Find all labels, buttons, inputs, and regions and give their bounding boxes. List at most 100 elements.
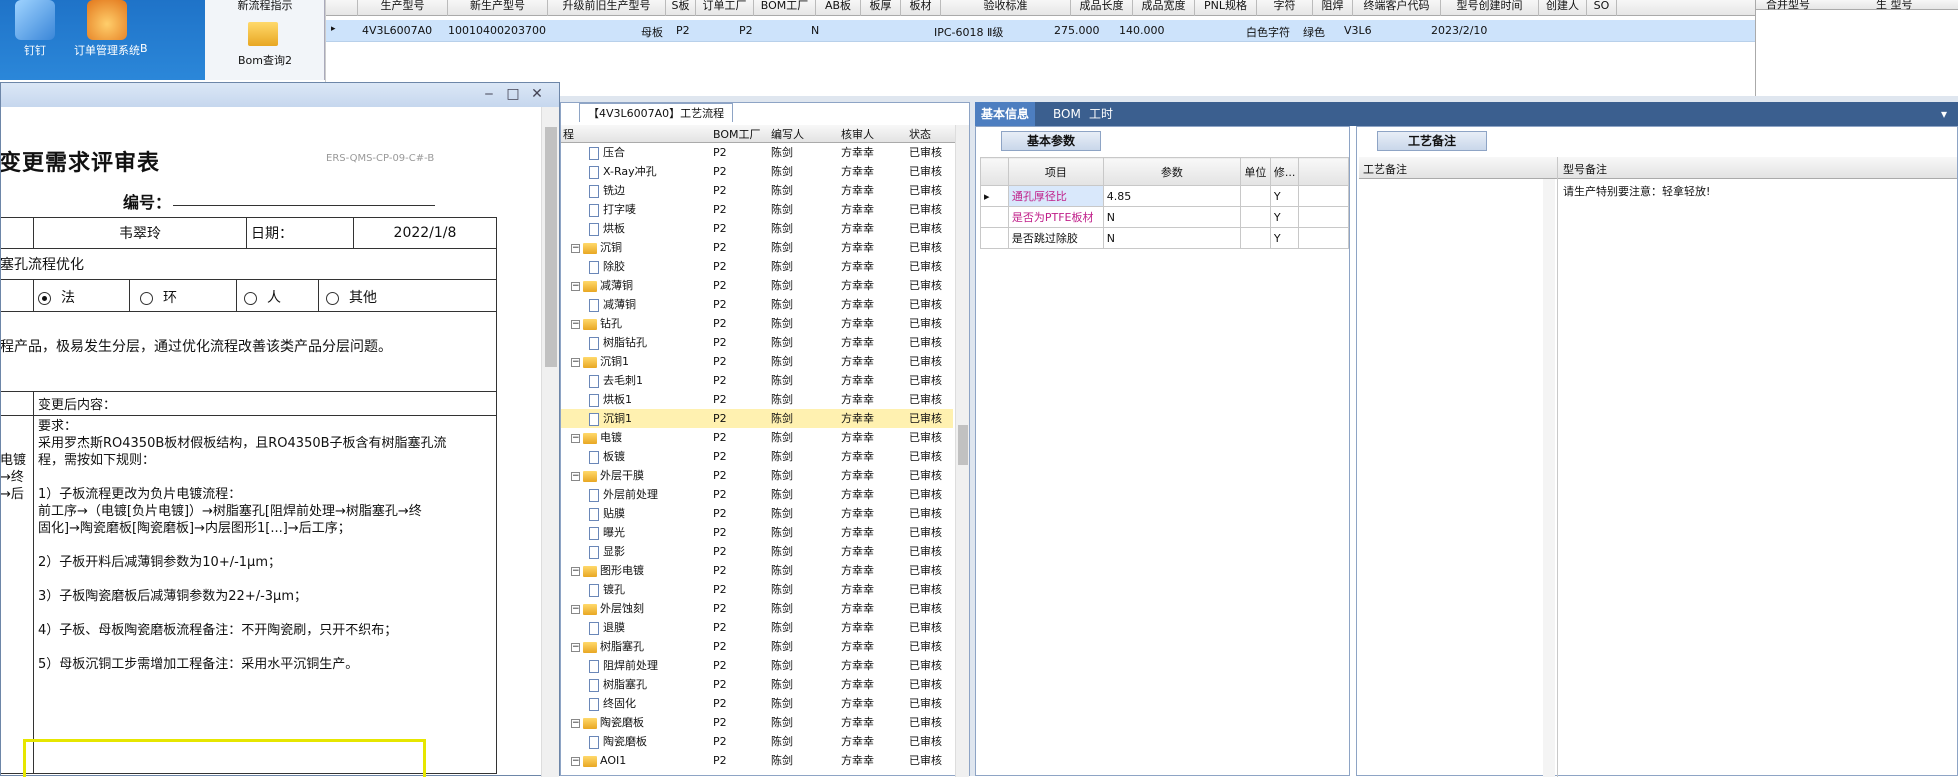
model-note-text[interactable]: 请生产特别要注意：轻拿轻放!	[1563, 183, 1710, 199]
col-header[interactable]: 终端客户代码	[1353, 0, 1441, 16]
table-row[interactable]: 是否跳过除胶 N Y	[980, 227, 1349, 249]
document-titlebar[interactable]: ‒ □ ✕	[1, 83, 559, 107]
collapse-icon[interactable]: −	[571, 357, 580, 367]
process-step-row[interactable]: 沉铜1 P2 陈剑 方幸幸 已审核	[561, 409, 953, 428]
col-header[interactable]: 成品长度	[1071, 0, 1133, 16]
col-header[interactable]: S板	[666, 0, 696, 16]
col-header[interactable]: 型号备注	[1563, 161, 1607, 177]
scrollbar-thumb[interactable]	[545, 127, 557, 367]
col-header[interactable]: 核审人	[841, 126, 874, 142]
process-step-row[interactable]: − 电镀 P2 陈剑 方幸幸 已审核	[561, 428, 953, 447]
nav-item-new-process[interactable]: 新流程指示	[205, 0, 325, 13]
nav-item-bom-query[interactable]: Bom查询2	[205, 52, 325, 68]
col-header[interactable]: 阻焊	[1313, 0, 1353, 16]
col-header[interactable]: 工艺备注	[1363, 161, 1407, 177]
process-step-row[interactable]: − AOI1 P2 陈剑 方幸幸 已审核	[561, 751, 953, 770]
radio-people[interactable]: 人	[244, 287, 281, 307]
maximize-icon[interactable]: □	[503, 85, 523, 103]
table-row[interactable]: 是否为PTFE板材 N Y	[980, 206, 1349, 228]
collapse-icon[interactable]: −	[571, 566, 580, 576]
col-header[interactable]: 修...	[1269, 157, 1300, 186]
process-step-row[interactable]: − 外层蚀刻 P2 陈剑 方幸幸 已审核	[561, 599, 953, 618]
col-header[interactable]: 状态	[909, 126, 931, 142]
collapse-icon[interactable]: −	[571, 756, 580, 766]
process-flow-tab[interactable]: 【4V3L6007A0】工艺流程	[579, 103, 734, 122]
process-step-row[interactable]: 打字唛 P2 陈剑 方幸幸 已审核	[561, 200, 953, 219]
col-header[interactable]: 生产型号	[358, 0, 448, 16]
process-step-row[interactable]: 铣边 P2 陈剑 方幸幸 已审核	[561, 181, 953, 200]
process-step-row[interactable]: 曝光 P2 陈剑 方幸幸 已审核	[561, 523, 953, 542]
process-step-row[interactable]: 外层前处理 P2 陈剑 方幸幸 已审核	[561, 485, 953, 504]
process-step-row[interactable]: 减薄铜 P2 陈剑 方幸幸 已审核	[561, 295, 953, 314]
process-step-row[interactable]: − 陶瓷磨板 P2 陈剑 方幸幸 已审核	[561, 713, 953, 732]
basic-params-caption[interactable]: 基本参数	[1001, 131, 1101, 151]
craft-notes-scrollbar[interactable]	[1543, 179, 1555, 777]
process-step-row[interactable]: 显影 P2 陈剑 方幸幸 已审核	[561, 542, 953, 561]
table-row[interactable]: ▸ 4V3L6007A0 10010400203700 母板 P2 P2 N I…	[326, 20, 1755, 42]
col-header[interactable]: 订单工厂	[696, 0, 754, 16]
col-header[interactable]: 编写人	[771, 126, 804, 142]
process-step-row[interactable]: − 沉铜1 P2 陈剑 方幸幸 已审核	[561, 352, 953, 371]
collapse-icon[interactable]: −	[571, 471, 580, 481]
param-unit[interactable]	[1239, 227, 1271, 249]
col-header[interactable]: BOM工厂	[754, 0, 816, 16]
collapse-icon[interactable]: −	[571, 281, 580, 291]
col-header[interactable]: 板厚	[861, 0, 901, 16]
process-step-row[interactable]: − 外层干膜 P2 陈剑 方幸幸 已审核	[561, 466, 953, 485]
param-value[interactable]: N	[1102, 206, 1241, 228]
col-header[interactable]: 新生产型号	[448, 0, 548, 16]
close-icon[interactable]: ✕	[527, 85, 547, 103]
collapse-icon[interactable]: −	[571, 433, 580, 443]
process-step-row[interactable]: − 钻孔 P2 陈剑 方幸幸 已审核	[561, 314, 953, 333]
process-step-row[interactable]: 去毛刺1 P2 陈剑 方幸幸 已审核	[561, 371, 953, 390]
process-step-row[interactable]: 板镀 P2 陈剑 方幸幸 已审核	[561, 447, 953, 466]
col-header[interactable]: 升级前旧生产型号	[548, 0, 666, 16]
col-header[interactable]: 板材	[901, 0, 941, 16]
col-header[interactable]: PNL规格	[1195, 0, 1257, 16]
process-step-row[interactable]: 退膜 P2 陈剑 方幸幸 已审核	[561, 618, 953, 637]
radio-environment[interactable]: 环	[140, 287, 177, 307]
process-step-row[interactable]: − 减薄铜 P2 陈剑 方幸幸 已审核	[561, 276, 953, 295]
process-scrollbar[interactable]	[955, 125, 969, 777]
process-step-row[interactable]: 树脂钻孔 P2 陈剑 方幸幸 已审核	[561, 333, 953, 352]
col-header[interactable]: 单位	[1239, 157, 1271, 186]
param-unit[interactable]	[1239, 185, 1271, 207]
process-step-row[interactable]: 烘板 P2 陈剑 方幸幸 已审核	[561, 219, 953, 238]
col-header[interactable]: 生 型号	[1876, 0, 1913, 12]
chevron-down-icon[interactable]: ▾	[1935, 102, 1953, 126]
craft-notes-caption[interactable]: 工艺备注	[1377, 131, 1487, 151]
collapse-icon[interactable]: −	[571, 243, 580, 253]
process-step-row[interactable]: 终固化 P2 陈剑 方幸幸 已审核	[561, 694, 953, 713]
order-system-shortcut[interactable]: 订单管理系统	[68, 0, 146, 80]
process-step-row[interactable]: − 沉铜 P2 陈剑 方幸幸 已审核	[561, 238, 953, 257]
minimize-icon[interactable]: ‒	[479, 85, 499, 103]
col-header[interactable]: 参数	[1102, 157, 1241, 186]
tab-basic-info[interactable]: 基本信息	[975, 102, 1036, 126]
tab-work-hours[interactable]: 工时	[1083, 102, 1119, 126]
tab-bom[interactable]: BOM	[1047, 102, 1087, 126]
param-unit[interactable]	[1239, 206, 1271, 228]
scrollbar-thumb[interactable]	[958, 425, 968, 465]
process-step-row[interactable]: 镀孔 P2 陈剑 方幸幸 已审核	[561, 580, 953, 599]
collapse-icon[interactable]: −	[571, 319, 580, 329]
dingtalk-shortcut[interactable]: 钉钉	[0, 0, 70, 80]
process-step-row[interactable]: 陶瓷磨板 P2 陈剑 方幸幸 已审核	[561, 732, 953, 751]
param-value[interactable]: 4.85	[1102, 185, 1241, 207]
process-step-row[interactable]: 压合 P2 陈剑 方幸幸 已审核	[561, 143, 953, 162]
process-step-row[interactable]: X-Ray冲孔 P2 陈剑 方幸幸 已审核	[561, 162, 953, 181]
process-step-row[interactable]: − 树脂塞孔 P2 陈剑 方幸幸 已审核	[561, 637, 953, 656]
process-step-row[interactable]: 烘板1 P2 陈剑 方幸幸 已审核	[561, 390, 953, 409]
col-header[interactable]: 字符	[1257, 0, 1313, 16]
col-header[interactable]: 成品宽度	[1133, 0, 1195, 16]
collapse-icon[interactable]: −	[571, 718, 580, 728]
col-header[interactable]: 型号创建时间	[1441, 0, 1539, 16]
document-scrollbar[interactable]	[541, 107, 559, 777]
collapse-icon[interactable]: −	[571, 642, 580, 652]
process-step-row[interactable]: 贴膜 P2 陈剑 方幸幸 已审核	[561, 504, 953, 523]
param-value[interactable]: N	[1102, 227, 1241, 249]
process-step-row[interactable]: 树脂塞孔 P2 陈剑 方幸幸 已审核	[561, 675, 953, 694]
col-header[interactable]: 创建人	[1539, 0, 1587, 16]
col-header[interactable]: 验收标准	[941, 0, 1071, 16]
col-header[interactable]: SO	[1587, 0, 1617, 16]
col-header[interactable]: 项目	[1007, 157, 1104, 186]
